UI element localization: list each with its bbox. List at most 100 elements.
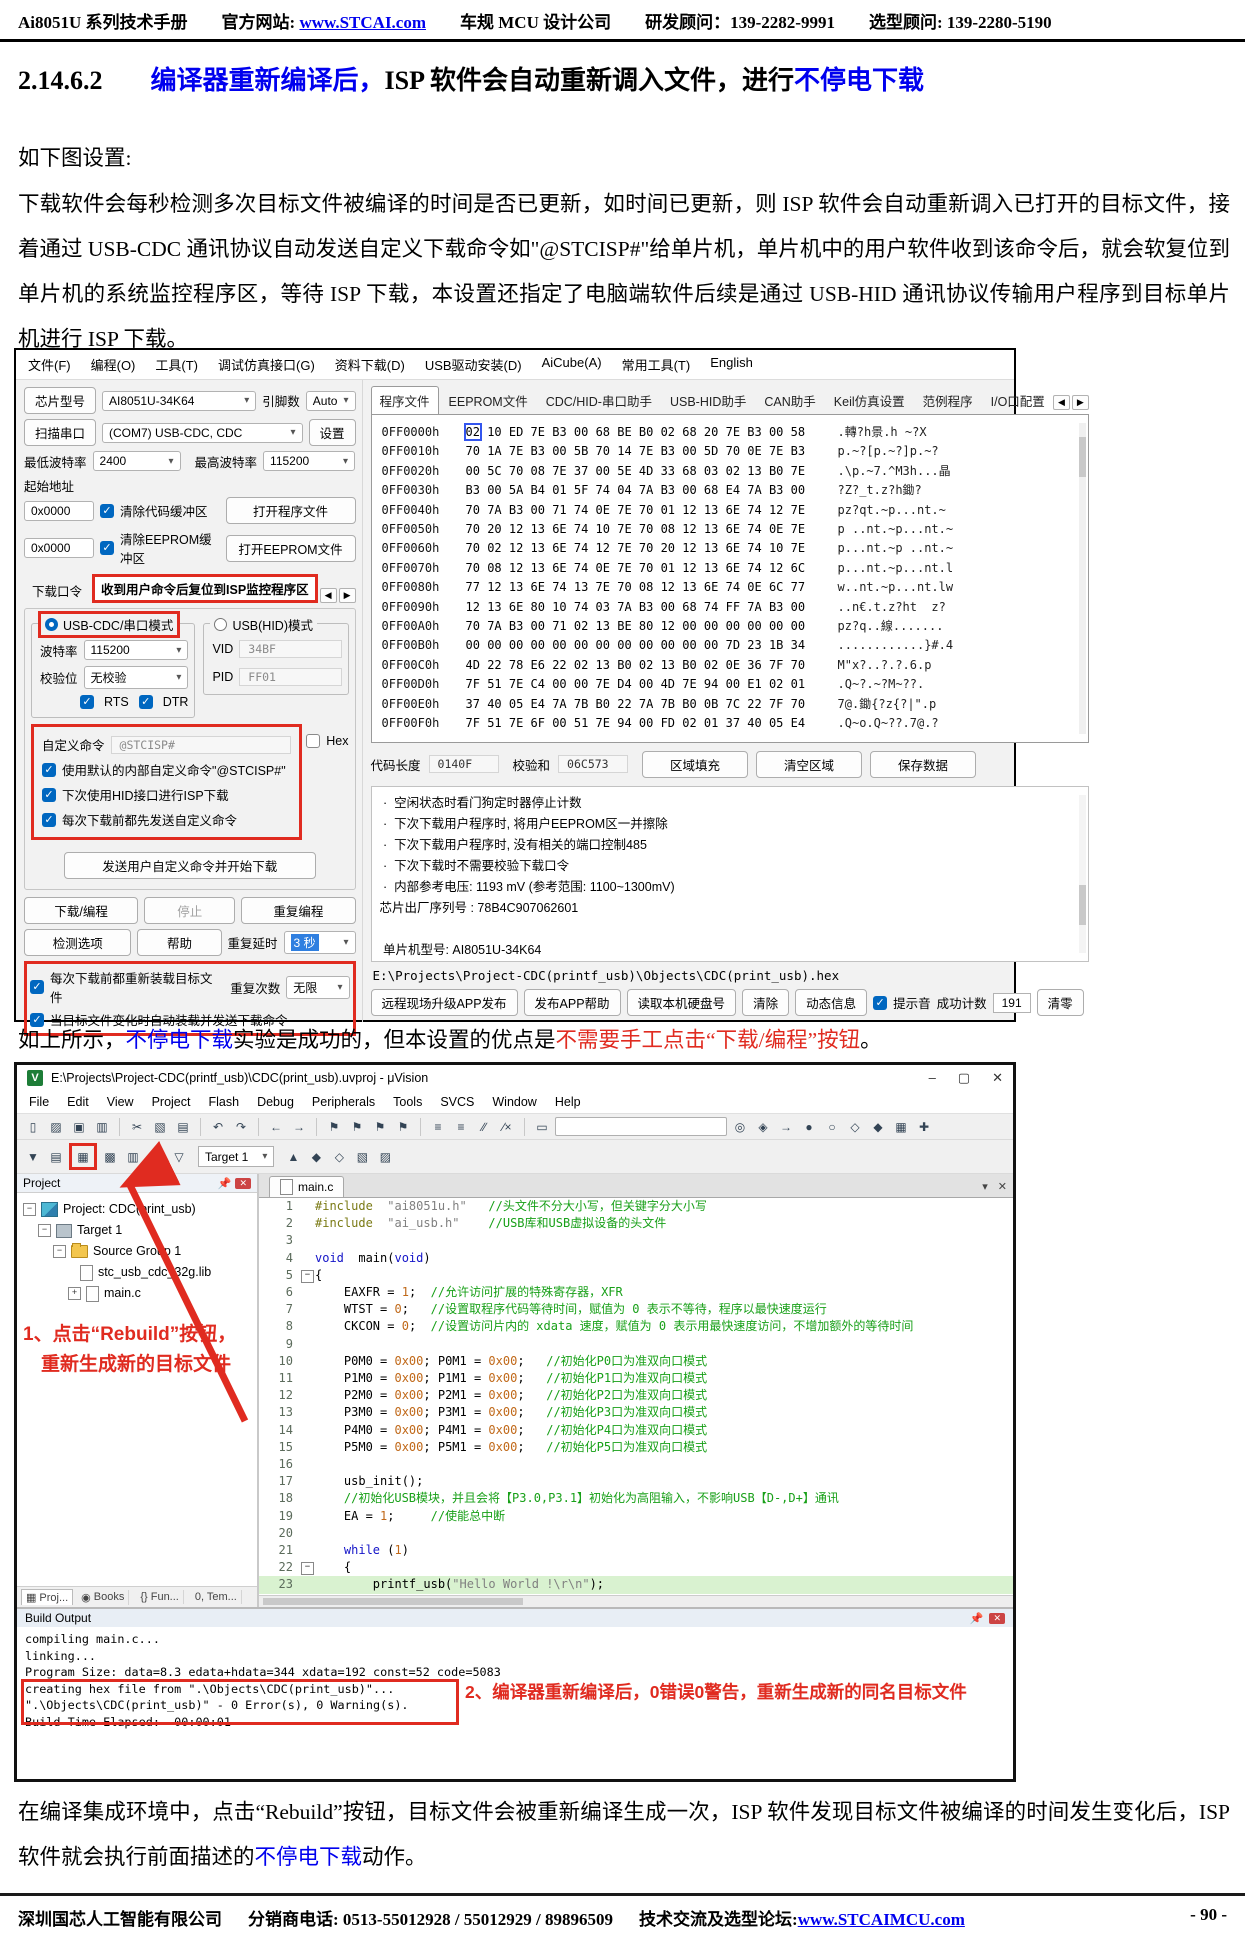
- rts-checkbox[interactable]: ✓: [79, 695, 94, 709]
- fill-region-button[interactable]: 区域填充: [642, 750, 749, 778]
- tab-item[interactable]: USB-HID助手: [662, 387, 754, 414]
- tab-item[interactable]: I/O口配置: [983, 387, 1053, 414]
- cut-icon[interactable]: ✂: [127, 1117, 147, 1136]
- repeat-delay-select[interactable]: 3 秒 ▾: [283, 931, 356, 954]
- download-baud-select[interactable]: 115200 ▾: [83, 640, 189, 660]
- tab-item[interactable]: CDC/HID-串口助手: [538, 387, 660, 414]
- download-icon[interactable]: ▽: [169, 1147, 189, 1166]
- reload-before-download-checkbox[interactable]: ✓: [30, 980, 44, 994]
- menu-item[interactable]: 调试仿真接口(G): [218, 355, 315, 374]
- horizontal-scrollbar[interactable]: [259, 1595, 1013, 1607]
- batch-setup-icon[interactable]: ▥: [123, 1147, 143, 1166]
- breakpoint-kill-icon[interactable]: ◆: [868, 1117, 888, 1136]
- nav-forward-icon[interactable]: →: [289, 1117, 309, 1136]
- action-button[interactable]: 远程现场升级APP发布: [370, 989, 518, 1016]
- tab-list-icon[interactable]: ▾: [982, 1180, 988, 1193]
- indent-icon[interactable]: ≡: [428, 1117, 448, 1136]
- edit-config-icon[interactable]: ▭: [532, 1117, 552, 1136]
- maximize-button[interactable]: ▢: [958, 1070, 970, 1086]
- max-baud-select[interactable]: 115200 ▾: [263, 451, 356, 471]
- open-folder-icon[interactable]: ▨: [46, 1117, 66, 1136]
- save-data-button[interactable]: 保存数据: [870, 750, 977, 778]
- undo-icon[interactable]: ↶: [208, 1117, 228, 1136]
- tree-item[interactable]: − Target 1: [21, 1220, 253, 1241]
- bookmark-next-icon[interactable]: ⚑: [370, 1117, 390, 1136]
- tab-download-password[interactable]: 下载口令: [24, 578, 90, 603]
- build-icon[interactable]: ▤: [46, 1147, 66, 1166]
- translate-icon[interactable]: ▼: [23, 1147, 43, 1166]
- site-link[interactable]: www.STCAI.com: [299, 13, 426, 32]
- panel-tab[interactable]: ▦ Proj...: [21, 1589, 74, 1605]
- search-input[interactable]: [555, 1117, 727, 1136]
- forum-link[interactable]: www.STCAIMCU.com: [798, 1910, 965, 1929]
- breakpoint-toggle-icon[interactable]: ○: [822, 1117, 842, 1136]
- manage-books-icon[interactable]: ▨: [375, 1147, 395, 1166]
- run-to-line-icon[interactable]: →: [776, 1117, 796, 1136]
- redo-icon[interactable]: ↷: [231, 1117, 251, 1136]
- batch-build-icon[interactable]: ▩: [100, 1147, 120, 1166]
- chip-type-button[interactable]: 芯片型号: [24, 387, 97, 414]
- menu-item[interactable]: View: [107, 1095, 134, 1109]
- tab-program-file[interactable]: 程序文件: [370, 386, 439, 414]
- panel-tab[interactable]: {} Fun...: [133, 1590, 184, 1604]
- uncomment-icon[interactable]: ∕×: [497, 1117, 517, 1136]
- menu-item[interactable]: Help: [555, 1095, 581, 1109]
- find-next-icon[interactable]: ◈: [753, 1117, 773, 1136]
- tree-item[interactable]: stc_usb_cdc_32g.lib: [21, 1262, 253, 1283]
- chip-type-select[interactable]: AI8051U-34K64 ▾: [102, 390, 257, 411]
- eeprom-start-address-input[interactable]: 0x0000: [24, 538, 94, 558]
- menu-item[interactable]: 工具(T): [155, 355, 198, 374]
- code-start-address-input[interactable]: 0x0000: [24, 500, 94, 521]
- menu-item[interactable]: 编程(O): [91, 355, 136, 374]
- menu-item[interactable]: USB驱动安装(D): [425, 355, 522, 374]
- debug-start-icon[interactable]: ●: [799, 1117, 819, 1136]
- action-button[interactable]: 发布APP帮助: [523, 989, 621, 1016]
- dtr-checkbox[interactable]: ✓: [138, 695, 153, 709]
- stop-button[interactable]: 停止: [144, 897, 236, 924]
- menu-item[interactable]: English: [710, 355, 753, 374]
- menu-item[interactable]: 常用工具(T): [622, 355, 691, 374]
- pin-icon[interactable]: 📌: [970, 1612, 984, 1625]
- pin-count-select[interactable]: Auto ▾: [305, 390, 356, 411]
- action-button[interactable]: 清除: [742, 989, 790, 1016]
- collapse-icon[interactable]: −: [53, 1245, 66, 1258]
- tab-scroll-arrows[interactable]: ◀ ▶: [1052, 395, 1089, 410]
- serial-port-select[interactable]: (COM7) USB-CDC, CDC ▾: [102, 422, 303, 443]
- tab-item[interactable]: 范例程序: [915, 387, 981, 414]
- send-before-download-checkbox[interactable]: ✓: [42, 812, 56, 827]
- menu-item[interactable]: AiCube(A): [542, 355, 602, 374]
- port-settings-button[interactable]: 设置: [308, 419, 356, 446]
- action-button[interactable]: 动态信息: [795, 989, 868, 1016]
- menu-item[interactable]: Edit: [67, 1095, 89, 1109]
- menu-item[interactable]: Flash: [208, 1095, 239, 1109]
- clear-region-button[interactable]: 清空区域: [756, 750, 863, 778]
- pin-icon[interactable]: 📌: [218, 1177, 232, 1190]
- hex-dump-view[interactable]: 0FF0000h 02 10 ED 7E B3 00 68 BE B0 02 68…: [370, 414, 1089, 743]
- save-all-icon[interactable]: ▥: [92, 1117, 112, 1136]
- menu-item[interactable]: Tools: [393, 1095, 422, 1109]
- menu-item[interactable]: Debug: [257, 1095, 294, 1109]
- open-program-file-button[interactable]: 打开程序文件: [225, 497, 356, 524]
- tab-reset-to-isp-monitor[interactable]: 收到用户命令后复位到ISP监控程序区: [92, 574, 318, 603]
- code-editor[interactable]: 1 #include "ai8051u.h" //头文件不分大小写，但关键字分大小…: [259, 1197, 1013, 1595]
- copy-icon[interactable]: ▧: [150, 1117, 170, 1136]
- save-icon[interactable]: ▣: [69, 1117, 89, 1136]
- outdent-icon[interactable]: ≡: [451, 1117, 471, 1136]
- menu-item[interactable]: 资料下载(D): [335, 355, 405, 374]
- menu-item[interactable]: Window: [492, 1095, 536, 1109]
- menu-item[interactable]: File: [29, 1095, 49, 1109]
- bookmark-icon[interactable]: ⚑: [324, 1117, 344, 1136]
- menu-item[interactable]: SVCS: [440, 1095, 474, 1109]
- reset-count-button[interactable]: 清零: [1036, 989, 1084, 1016]
- configure-icon[interactable]: ✚: [914, 1117, 934, 1136]
- help-button[interactable]: 帮助: [137, 929, 222, 956]
- editor-tab-mainc[interactable]: main.c: [269, 1176, 345, 1197]
- repeat-count-select[interactable]: 无限 ▾: [286, 975, 350, 999]
- target-select[interactable]: Target 1 ▾: [198, 1146, 275, 1167]
- close-button[interactable]: ✕: [992, 1070, 1003, 1086]
- goto-def-icon[interactable]: ◎: [730, 1117, 750, 1136]
- parity-select[interactable]: 无校验 ▾: [83, 666, 189, 689]
- tree-item[interactable]: + main.c: [21, 1283, 253, 1304]
- use-default-command-checkbox[interactable]: ✓: [42, 762, 56, 777]
- tab-item[interactable]: EEPROM文件: [441, 387, 536, 414]
